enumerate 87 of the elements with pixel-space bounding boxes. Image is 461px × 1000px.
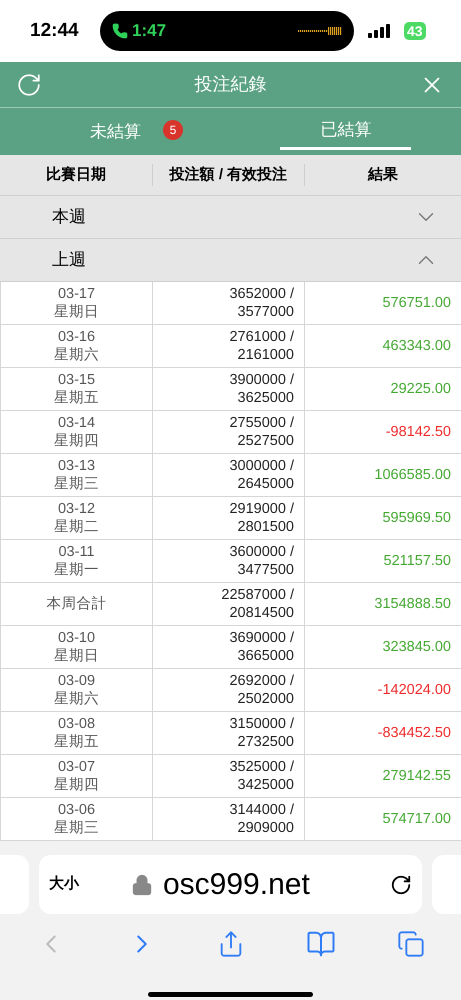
header-title: 投注紀錄	[194, 73, 266, 96]
result-amount: 595969.50	[382, 509, 451, 527]
valid-bet-amount: 2161000	[238, 346, 294, 364]
date-cell: 03-14	[58, 414, 96, 432]
bet-amount: 2692000 /	[229, 672, 294, 690]
valid-bet-amount: 3625000	[238, 389, 294, 407]
weekday-cell: 星期日	[54, 303, 99, 321]
bet-amount: 2919000 /	[229, 500, 294, 518]
date-cell: 03-17	[58, 285, 96, 303]
date-cell: 03-08	[58, 715, 96, 733]
date-cell: 03-10	[58, 629, 96, 647]
tabs-icon[interactable]	[396, 930, 425, 958]
bet-amount: 3900000 /	[229, 371, 294, 389]
valid-bet-amount: 2502000	[238, 690, 294, 708]
bet-amount: 3144000 /	[229, 801, 294, 819]
weekday-cell: 星期四	[54, 776, 99, 794]
bet-amount: 3652000 /	[229, 285, 294, 303]
weekday-cell: 星期四	[54, 432, 99, 450]
weekday-cell: 星期五	[54, 733, 99, 751]
date-cell: 03-13	[58, 457, 96, 475]
status-time: 12:44	[30, 18, 80, 43]
date-cell: 03-06	[58, 801, 96, 819]
bet-amount: 3150000 /	[229, 715, 294, 733]
valid-bet-amount: 3665000	[238, 647, 294, 665]
date-cell: 03-07	[58, 758, 96, 776]
bet-amount: 3600000 /	[229, 543, 294, 561]
column-header: 結果	[366, 164, 399, 185]
week-label: 上週	[52, 249, 86, 272]
bet-amount: 3690000 /	[229, 629, 294, 647]
valid-bet-amount: 3425000	[238, 776, 294, 794]
lock-icon	[131, 874, 153, 896]
date-cell: 03-09	[58, 672, 96, 690]
phone-icon	[112, 23, 128, 39]
address-bar[interactable]: 大小 osc999.net	[39, 855, 422, 914]
result-amount: 3154888.50	[374, 595, 451, 613]
waveform-icon	[298, 26, 342, 36]
result-amount: 576751.00	[382, 294, 451, 312]
result-amount: -98142.50	[386, 423, 451, 441]
weekday-cell: 星期三	[54, 475, 99, 493]
valid-bet-amount: 2909000	[238, 819, 294, 837]
valid-bet-amount: 2732500	[238, 733, 294, 751]
weekday-cell: 星期二	[54, 518, 99, 536]
valid-bet-amount: 20814500	[229, 604, 294, 622]
url-text: osc999.net	[163, 870, 310, 900]
weekday-cell: 星期一	[54, 561, 99, 579]
battery-indicator: 43	[404, 22, 426, 40]
result-amount: 1066585.00	[374, 466, 451, 484]
week-group-row[interactable]: 本週	[0, 196, 461, 239]
call-time: 1:47	[132, 20, 166, 42]
result-amount: 29225.00	[390, 380, 451, 398]
count-badge: 5	[163, 120, 183, 140]
bet-amount: 3000000 /	[229, 457, 294, 475]
result-amount: -142024.00	[378, 681, 451, 699]
result-amount: -834452.50	[378, 724, 451, 742]
week-group-row[interactable]: 上週	[0, 239, 461, 282]
weekday-cell: 星期日	[54, 647, 99, 665]
weekday-cell: 星期五	[54, 389, 99, 407]
week-label: 本週	[52, 206, 86, 228]
date-cell: 03-16	[58, 328, 96, 346]
bet-amount: 22587000 /	[221, 586, 294, 604]
bet-amount: 3525000 /	[229, 758, 294, 776]
weekday-cell: 星期六	[54, 346, 99, 364]
text-size-button[interactable]: 大小	[49, 873, 89, 896]
result-amount: 574717.00	[382, 810, 451, 828]
column-header: 投注額 / 有效投注	[153, 164, 305, 186]
date-cell: 03-11	[58, 543, 94, 561]
date-cell: 03-12	[58, 500, 96, 518]
weekday-cell: 星期三	[54, 819, 99, 837]
date-cell: 03-15	[58, 371, 96, 389]
valid-bet-amount: 2801500	[238, 518, 294, 536]
bookmarks-icon[interactable]	[306, 929, 336, 959]
result-amount: 323845.00	[382, 638, 451, 656]
result-amount: 279142.55	[382, 767, 451, 785]
bet-amount: 2755000 /	[229, 414, 294, 432]
bet-amount: 2761000 /	[229, 328, 294, 346]
valid-bet-amount: 2645000	[238, 475, 294, 493]
date-cell: 本周合計	[46, 595, 106, 613]
valid-bet-amount: 3477500	[238, 561, 294, 579]
column-header: 比賽日期	[0, 164, 153, 186]
signal-icon	[368, 24, 390, 38]
refresh-icon[interactable]	[16, 72, 42, 98]
result-amount: 521157.50	[384, 552, 451, 570]
reload-icon[interactable]	[390, 874, 412, 896]
weekday-cell: 星期六	[54, 690, 99, 708]
result-amount: 463343.00	[382, 337, 451, 355]
valid-bet-amount: 3577000	[238, 303, 294, 321]
valid-bet-amount: 2527500	[238, 432, 294, 450]
